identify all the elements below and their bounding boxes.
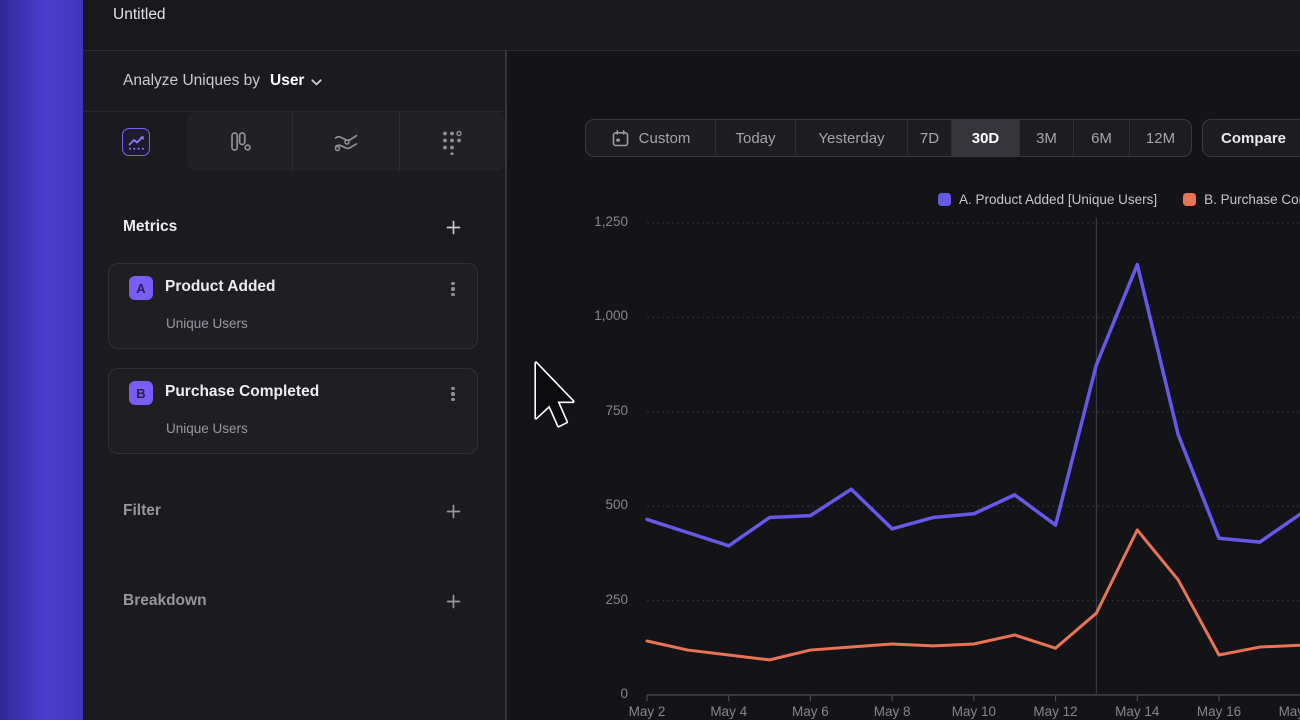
y-axis-label: 500 <box>540 497 628 512</box>
chart-canvas <box>0 0 1300 720</box>
line-chart: 0 250 500 750 1,000 1,250 May 2 May 4 May 6 May 8… <box>0 0 1300 720</box>
series-line-a <box>647 265 1300 546</box>
y-axis-label: 1,250 <box>540 214 628 229</box>
x-axis-label: May 6 <box>775 704 845 719</box>
y-axis-label: 750 <box>540 403 628 418</box>
main-area: Custom Today Yesterday 7D 30D 3M 6M 12M … <box>0 0 1300 720</box>
y-axis-label: 250 <box>540 592 628 607</box>
x-axis-label: May 10 <box>939 704 1009 719</box>
x-axis-label: May 4 <box>694 704 764 719</box>
x-axis-label: May 16 <box>1184 704 1254 719</box>
y-axis-label: 1,000 <box>540 308 628 323</box>
x-axis-label: May 14 <box>1102 704 1172 719</box>
series-line-b <box>647 530 1300 660</box>
y-axis-label: 0 <box>540 686 628 701</box>
x-axis-label: May 2 <box>612 704 682 719</box>
x-axis-label: May 8 <box>857 704 927 719</box>
x-axis-label: May 12 <box>1021 704 1091 719</box>
x-axis-label: May 18 <box>1266 704 1300 719</box>
